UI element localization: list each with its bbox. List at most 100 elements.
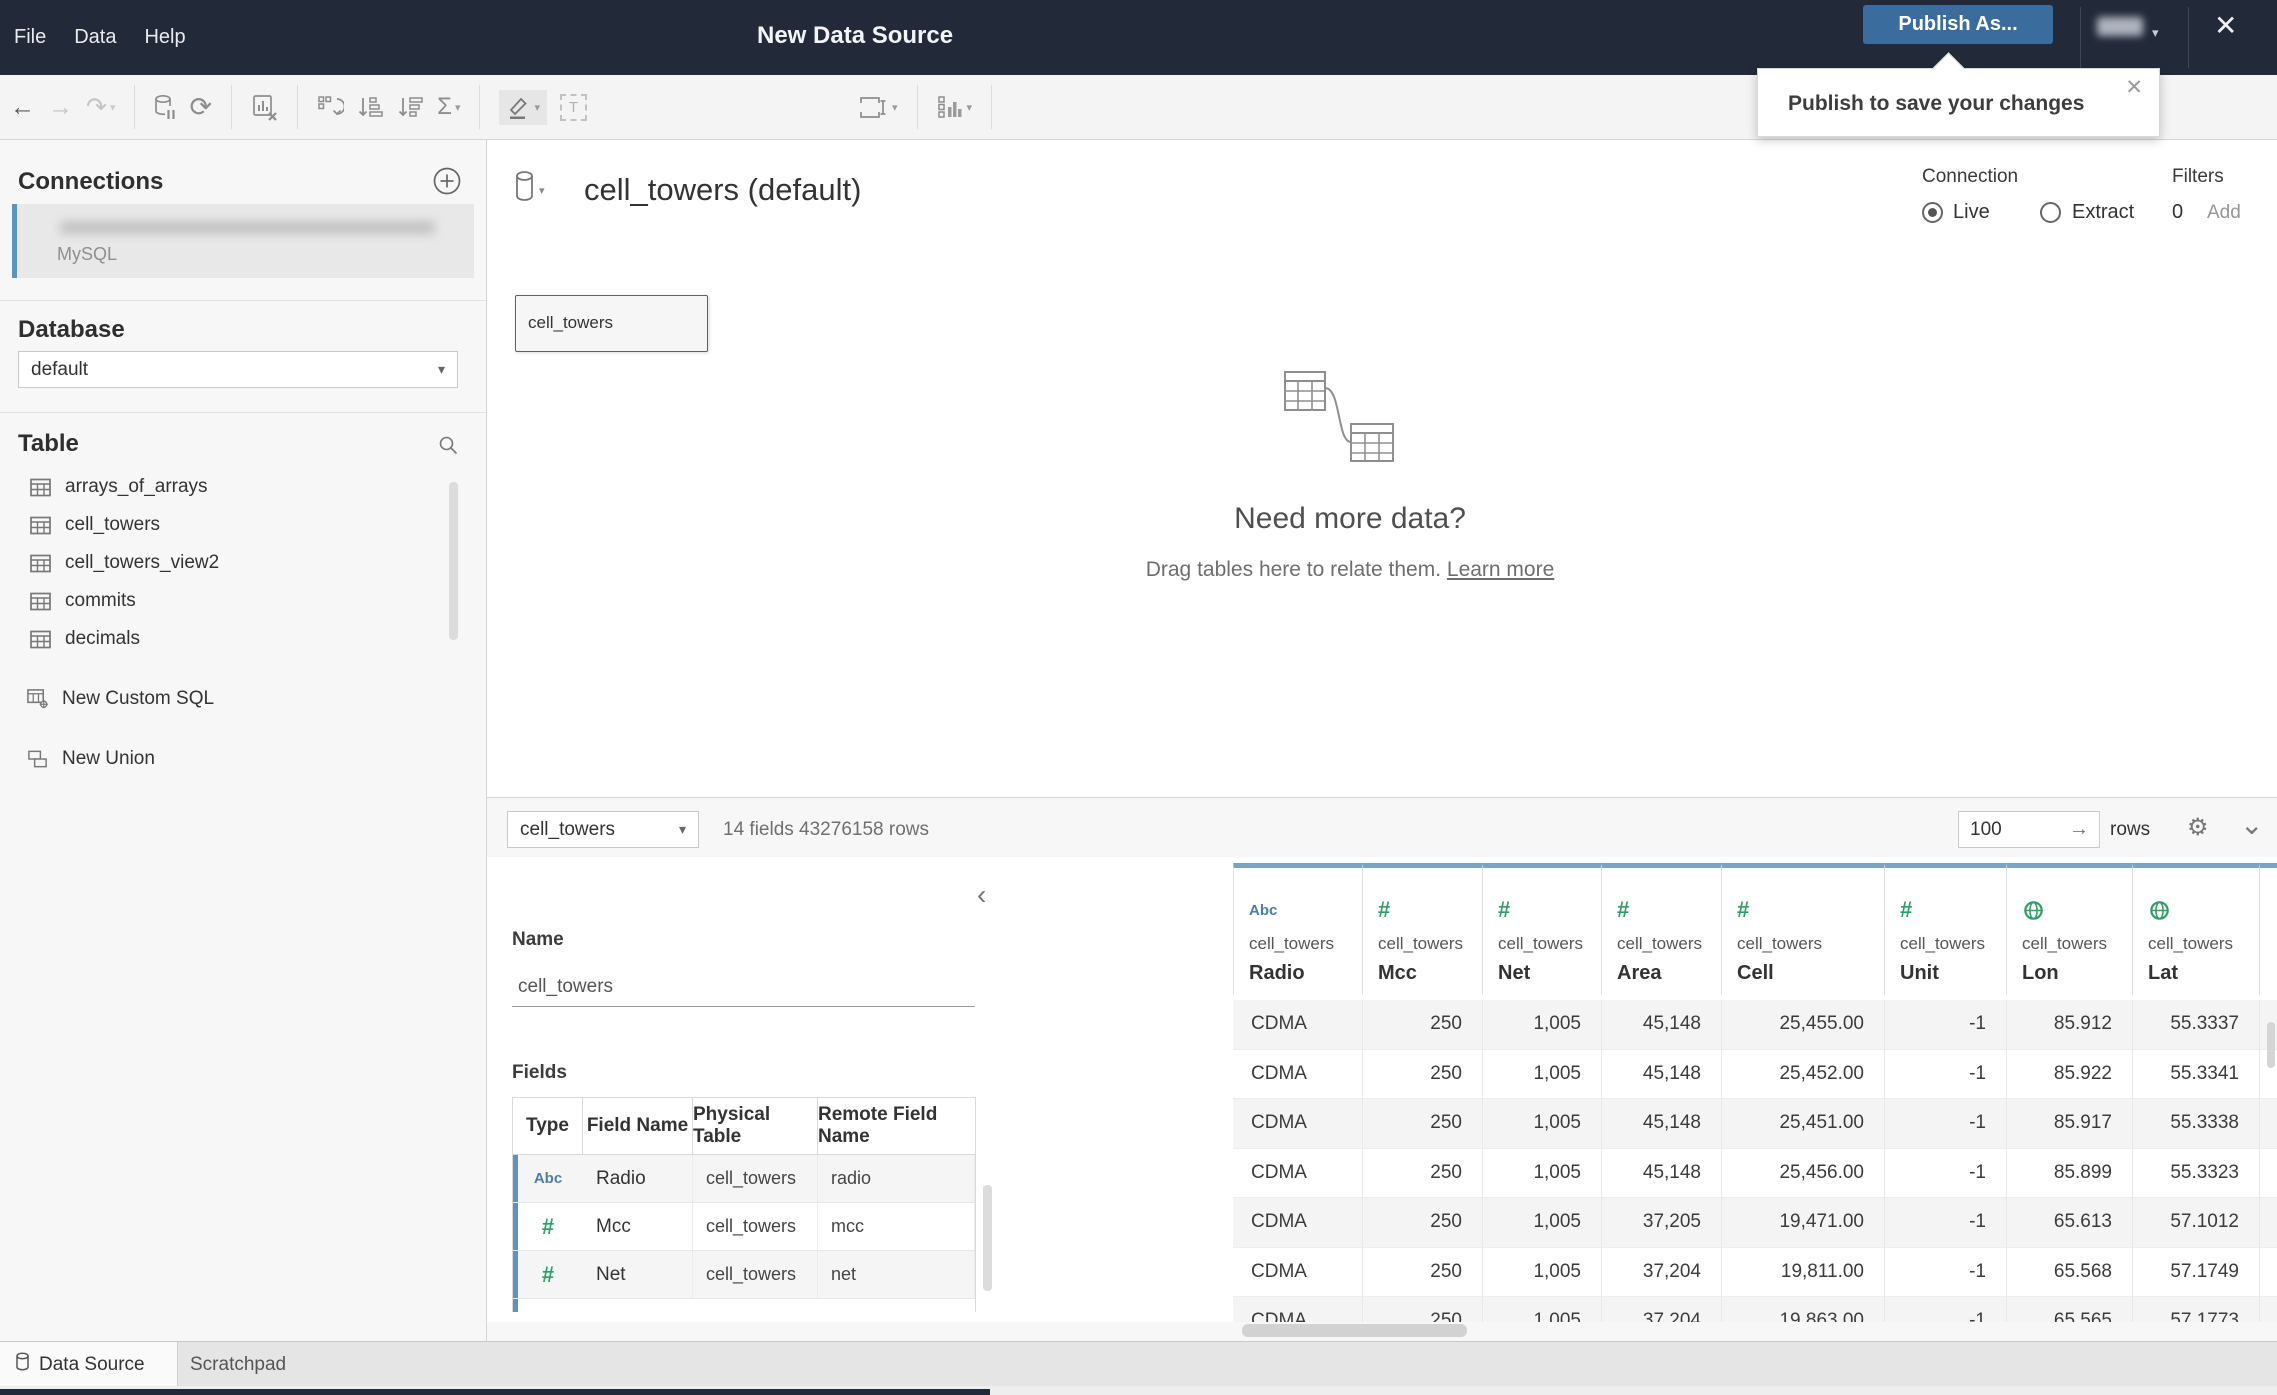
totals-icon[interactable]: Σ ▾ [437, 95, 460, 119]
connection-list-item[interactable]: MySQL [12, 204, 474, 278]
grid-cell-clipped [2260, 1099, 2277, 1148]
fields-col-field-name[interactable]: Field Name [583, 1098, 693, 1154]
row-count-input[interactable] [1959, 817, 2049, 842]
menu-data[interactable]: Data [74, 26, 116, 49]
fields-col-remote-field-name[interactable]: Remote Field Name [818, 1098, 975, 1154]
live-label[interactable]: Live [1953, 201, 1990, 224]
publish-as-button[interactable]: Publish As... [1863, 5, 2053, 44]
fields-col-type[interactable]: Type [513, 1098, 583, 1154]
sort-ascending-icon[interactable] [357, 95, 384, 120]
table-list-item[interactable]: cell_towers [0, 506, 470, 544]
table-name-input[interactable] [512, 967, 975, 1007]
field-physical-table: cell_towers [693, 1251, 818, 1298]
new-union-label: New Union [62, 748, 155, 769]
extract-label[interactable]: Extract [2072, 201, 2134, 224]
table-list-item[interactable]: cell_towers_view2 [0, 544, 470, 582]
swap-axes-icon[interactable] [317, 95, 345, 120]
add-connection-icon[interactable] [432, 166, 462, 201]
connection-name-blurred [60, 221, 435, 234]
grid-cell: -1 [1885, 1049, 2007, 1098]
clear-sheet-icon[interactable] [251, 94, 278, 121]
grid-cell: 250 [1363, 1000, 1483, 1049]
fields-scrollbar[interactable] [983, 1185, 992, 1291]
search-icon[interactable] [437, 434, 460, 462]
replay-icon[interactable]: ↷ ▾ [86, 94, 115, 120]
grid-cell: 19,471.00 [1722, 1198, 1885, 1247]
field-row[interactable]: # Mcc cell_towers mcc [513, 1203, 975, 1251]
new-union-item[interactable]: New Union [0, 740, 470, 778]
fields-table-header: Type Field Name Physical Table Remote Fi… [513, 1098, 975, 1155]
filters-add-link[interactable]: Add [2207, 202, 2241, 224]
grid-cell: CDMA [1233, 1297, 1363, 1322]
sort-descending-icon[interactable] [397, 95, 424, 120]
grid-cell-clipped [2260, 1149, 2277, 1198]
grid-cell: 55.3337 [2133, 1000, 2260, 1049]
grid-cell: 55.3323 [2133, 1148, 2260, 1197]
grid-vertical-scrollbar[interactable] [2267, 1022, 2275, 1068]
fields-col-physical-table[interactable]: Physical Table [693, 1098, 818, 1154]
collapse-panel-chevron-icon[interactable]: ⌄ [2240, 808, 2263, 841]
field-row-clipped [513, 1299, 975, 1312]
collapse-details-chevron-icon[interactable]: ‹ [977, 881, 986, 909]
preview-table-select[interactable]: cell_towers ▾ [507, 811, 699, 848]
show-cards-icon[interactable]: ▾ [937, 95, 972, 120]
close-icon[interactable]: ✕ [2214, 12, 2237, 40]
grid-cell: 250 [1363, 1247, 1483, 1296]
new-custom-sql-item[interactable]: New Custom SQL [0, 680, 470, 718]
window-title: New Data Source [757, 22, 954, 49]
tooltip-close-icon[interactable]: ✕ [2125, 75, 2143, 100]
grid-column-header[interactable]: # cell_towers Area [1602, 863, 1722, 995]
user-account-name-blurred[interactable] [2097, 17, 2143, 36]
grid-column-header[interactable]: Abc cell_towers Radio [1233, 863, 1363, 995]
apply-row-count-icon[interactable]: → [2069, 818, 2099, 841]
highlight-icon[interactable]: ▾ [499, 89, 548, 125]
toolbar-separator [991, 85, 993, 129]
field-row[interactable]: # Net cell_towers net [513, 1251, 975, 1299]
tab-scratchpad[interactable]: Scratchpad [190, 1342, 286, 1387]
fit-cell-icon[interactable]: ▾ [858, 94, 898, 121]
table-list-scrollbar[interactable] [449, 482, 458, 640]
table-list-item[interactable]: decimals [0, 620, 470, 658]
grid-cell: 250 [1363, 1148, 1483, 1197]
fields-label: Fields [512, 1062, 567, 1083]
pause-updates-icon[interactable] [154, 94, 176, 121]
datasource-cylinder-icon[interactable] [515, 170, 534, 208]
grid-cell: -1 [1885, 1198, 2007, 1247]
left-pane: Connections MySQL Database default ▾ Tab… [0, 140, 487, 1341]
grid-column-header[interactable]: # cell_towers Unit [1885, 863, 2007, 995]
logical-table-card[interactable]: cell_towers [515, 295, 708, 352]
back-icon[interactable]: ← [10, 94, 35, 120]
grid-cell: CDMA [1233, 1198, 1363, 1247]
table-list-item[interactable]: arrays_of_arrays [0, 468, 470, 506]
grid-cell: 45,148 [1602, 1049, 1722, 1098]
refresh-icon[interactable]: ⟳ [189, 93, 212, 121]
field-row[interactable]: Abc Radio cell_towers radio [513, 1155, 975, 1203]
row-count-field[interactable]: → [1958, 811, 2100, 848]
grid-column-header[interactable]: cell_towers Lat [2133, 863, 2260, 995]
grid-column-header[interactable]: cell_towers Lon [2007, 863, 2133, 995]
extract-radio[interactable] [2040, 202, 2061, 223]
text-box-icon[interactable]: T [560, 93, 588, 121]
learn-more-link[interactable]: Learn more [1447, 558, 1554, 581]
grid-cell: 85.922 [2007, 1049, 2133, 1098]
table-details-panel: ‹ Name Fields Type Field Name Physical T… [487, 857, 1233, 1322]
grid-cell: CDMA [1233, 1049, 1363, 1098]
datasource-caret-icon[interactable]: ▾ [539, 184, 545, 197]
grid-column-header[interactable]: # cell_towers Net [1483, 863, 1602, 995]
grid-cell: 250 [1363, 1198, 1483, 1247]
forward-icon[interactable]: → [48, 94, 73, 120]
grid-column-header[interactable]: # cell_towers Cell [1722, 863, 1885, 995]
menu-help[interactable]: Help [144, 26, 185, 49]
bottom-status-bar [0, 1389, 990, 1395]
tooltip-text: Publish to save your changes [1788, 91, 2085, 115]
database-select[interactable]: default ▾ [18, 351, 458, 388]
table-list-item[interactable]: commits [0, 582, 470, 620]
grid-column-header[interactable]: # cell_towers Mcc [1363, 863, 1483, 995]
live-radio[interactable] [1922, 202, 1943, 223]
user-menu-caret-icon[interactable]: ▾ [2152, 25, 2159, 41]
tab-data-source[interactable]: Data Source [0, 1342, 178, 1387]
menu-file[interactable]: File [14, 26, 46, 49]
gear-icon[interactable]: ⚙ [2187, 813, 2209, 842]
grid-horizontal-scrollbar[interactable] [1242, 1324, 1467, 1337]
grid-cell: 37,205 [1602, 1198, 1722, 1247]
